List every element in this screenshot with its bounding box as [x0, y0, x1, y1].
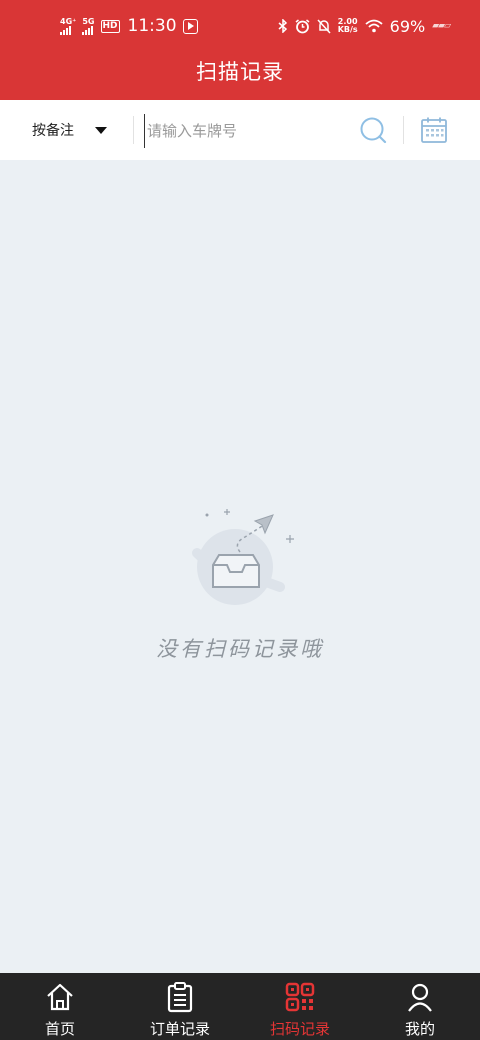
- network-type-1: 4G⁺: [60, 16, 77, 26]
- page-title: 扫描记录: [196, 60, 284, 84]
- home-icon: [47, 983, 73, 1011]
- net-speed: 2.00 KB/s: [338, 18, 358, 34]
- tab-orders[interactable]: 订单记录: [120, 973, 240, 1040]
- search-icon[interactable]: [358, 115, 388, 145]
- plate-number-input[interactable]: [144, 114, 354, 148]
- net-speed-unit: KB/s: [337, 25, 358, 34]
- clock: 11:30: [127, 16, 177, 36]
- hd-voice-icon: HD: [100, 19, 120, 33]
- media-play-icon: [182, 18, 198, 34]
- status-right: 2.00 KB/s 69% ▰▰▱: [278, 14, 451, 38]
- tab-profile[interactable]: 我的: [360, 973, 480, 1040]
- calendar-icon[interactable]: [419, 115, 449, 145]
- filter-dropdown[interactable]: 按备注: [24, 100, 124, 160]
- divider: [133, 116, 134, 144]
- battery-level: 69%: [389, 16, 426, 36]
- filter-selected-label: 按备注: [32, 123, 74, 139]
- caret-down-icon: [95, 127, 107, 134]
- network-type-2: 5G: [82, 16, 95, 26]
- tab-scan-records[interactable]: 扫码记录: [240, 973, 360, 1040]
- bottom-tab-bar: 首页 订单记录 扫码记录 我的: [0, 973, 480, 1040]
- status-left: 4G⁺ 5G HD 11:30: [60, 14, 198, 38]
- tab-label: 首页: [44, 1020, 75, 1038]
- scan-records-list: 没有扫码记录哦: [0, 160, 480, 973]
- empty-state-message: 没有扫码记录哦: [156, 637, 324, 661]
- bluetooth-icon: [278, 19, 287, 33]
- wifi-icon: [365, 19, 383, 33]
- tab-home[interactable]: 首页: [0, 973, 120, 1040]
- app-header: 4G⁺ 5G HD 11:30 2.00 KB/s 69% ▰▰▱ 扫描记录: [0, 0, 480, 100]
- user-icon: [408, 983, 432, 1012]
- search-bar: 按备注: [0, 100, 480, 160]
- tab-label: 订单记录: [149, 1020, 210, 1038]
- clipboard-icon: [167, 982, 193, 1013]
- alarm-icon: [295, 18, 310, 33]
- signal-5g-icon: 5G: [82, 16, 95, 35]
- tab-label: 我的: [404, 1020, 435, 1038]
- empty-inbox-icon: [192, 509, 294, 605]
- divider: [403, 116, 404, 144]
- tab-label: 扫码记录: [269, 1020, 330, 1038]
- mute-bell-icon: [317, 18, 331, 34]
- battery-icon: ▰▰▱: [432, 21, 451, 31]
- status-bar: 4G⁺ 5G HD 11:30 2.00 KB/s 69% ▰▰▱: [0, 0, 480, 52]
- signal-4g-icon: 4G⁺: [60, 16, 77, 35]
- qr-code-icon: [285, 982, 315, 1012]
